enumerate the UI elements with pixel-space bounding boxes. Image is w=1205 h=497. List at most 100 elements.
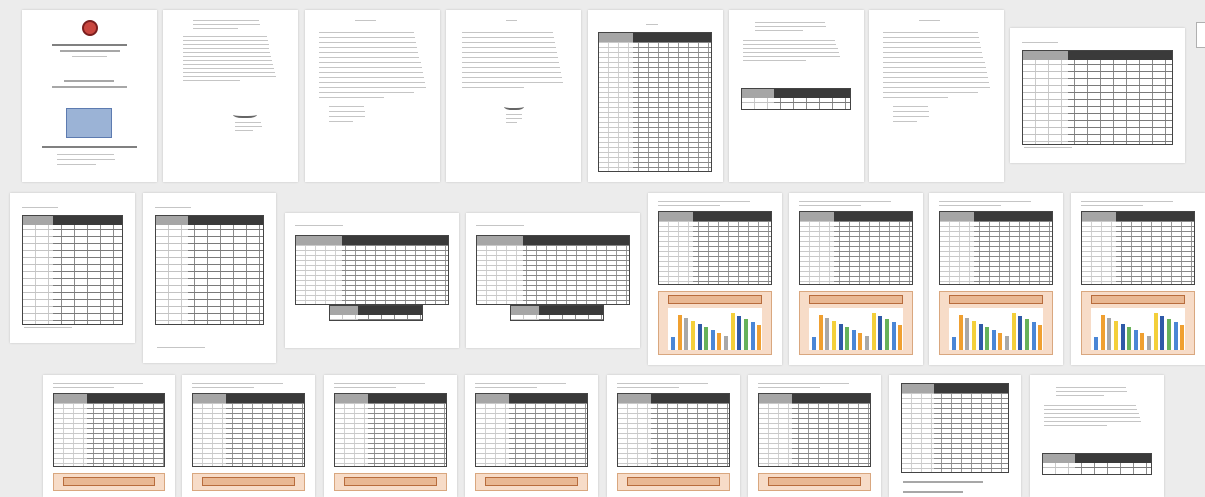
scrollbar-handle[interactable] (1196, 22, 1205, 48)
text-line (355, 20, 376, 21)
text-line (883, 57, 984, 58)
chart-bar (1133, 329, 1138, 350)
text-line (53, 387, 115, 388)
text-line (743, 60, 806, 61)
text-line (506, 118, 523, 119)
text-line (462, 37, 554, 38)
chart-bar (998, 332, 1003, 350)
chart-bar (1018, 316, 1023, 350)
chart-panel (939, 291, 1053, 355)
text-line (462, 67, 560, 68)
page-thumbnail[interactable] (305, 10, 440, 182)
chart-bar (1100, 315, 1105, 350)
text-line (883, 37, 980, 38)
chart-bar (978, 323, 983, 350)
page-thumbnail[interactable] (324, 375, 457, 497)
chart-panel (334, 473, 447, 491)
text-line (883, 87, 990, 88)
text-line (462, 42, 555, 43)
chart-bar (1107, 318, 1112, 350)
page-thumbnail[interactable] (607, 375, 740, 497)
text-line (235, 122, 262, 123)
text-line (462, 82, 563, 83)
text-line (743, 48, 838, 49)
chart-bar (1114, 321, 1119, 350)
page-thumbnail[interactable] (465, 375, 598, 497)
title-line (52, 44, 127, 46)
chart-title-box (343, 477, 438, 486)
chart-bar (865, 335, 870, 350)
text-line (658, 201, 750, 202)
table-label-column (335, 394, 369, 466)
text-line (1056, 391, 1128, 392)
text-line (658, 205, 721, 206)
page-thumbnail[interactable] (789, 193, 923, 365)
page-thumbnail[interactable] (163, 10, 298, 182)
chart-bar (972, 321, 977, 350)
page-thumbnail[interactable] (182, 375, 315, 497)
data-table (598, 32, 712, 172)
page-thumbnail[interactable] (22, 10, 157, 182)
text-line (743, 40, 836, 41)
chart-bar (871, 313, 876, 350)
page-thumbnail[interactable] (1010, 28, 1185, 163)
chart-panel (799, 291, 913, 355)
page-thumbnail[interactable] (43, 375, 175, 497)
chart-bar (845, 326, 850, 350)
text-line (183, 56, 272, 57)
text-line (192, 387, 254, 388)
table-label-column (940, 212, 974, 284)
chart-title-box (626, 477, 721, 486)
page-thumbnail[interactable] (889, 375, 1021, 497)
page-thumbnail[interactable] (466, 213, 640, 348)
text-line (319, 87, 426, 88)
chart-bar (851, 329, 856, 350)
page-thumbnail[interactable] (588, 10, 723, 182)
page-thumbnail[interactable] (10, 193, 135, 343)
text-line (893, 121, 917, 122)
data-table (475, 393, 588, 467)
chart-bar (724, 335, 729, 350)
table-label-column (742, 89, 775, 109)
text-line (1056, 395, 1104, 396)
text-line (462, 72, 561, 73)
chart-bar (878, 316, 883, 350)
chart-bar (991, 329, 996, 350)
table-label-column (800, 212, 834, 284)
chart-bar (985, 326, 990, 350)
text-line (329, 121, 353, 122)
page-thumbnail[interactable] (143, 193, 276, 363)
text-line (24, 327, 72, 328)
text-line (939, 205, 1002, 206)
chart-plot (1090, 308, 1186, 350)
page-thumbnail[interactable] (869, 10, 1004, 182)
text-line (476, 225, 524, 226)
text-line (295, 225, 343, 226)
text-line (193, 28, 238, 29)
text-line (755, 26, 827, 27)
chart-title-box (1090, 295, 1186, 304)
page-thumbnail[interactable] (648, 193, 782, 365)
text-line (183, 36, 267, 37)
chart-bar (965, 318, 970, 350)
page-thumbnail[interactable] (285, 213, 459, 348)
page-thumbnail[interactable] (1030, 375, 1164, 497)
text-line (1081, 201, 1173, 202)
page-thumbnail[interactable] (929, 193, 1063, 365)
data-table (1042, 453, 1152, 475)
data-table (1081, 211, 1195, 285)
page-thumbnail[interactable] (446, 10, 581, 182)
text-line (57, 159, 115, 160)
table-label-column (477, 236, 523, 304)
chart-bar (1153, 313, 1158, 350)
data-table (901, 383, 1009, 473)
text-line (462, 62, 559, 63)
page-thumbnail[interactable] (748, 375, 881, 497)
data-table (658, 211, 772, 285)
text-line (1044, 425, 1107, 426)
page-thumbnail[interactable] (729, 10, 864, 182)
text-line (1044, 417, 1140, 418)
text-line (319, 47, 418, 48)
chart-title-box (201, 477, 296, 486)
page-thumbnail[interactable] (1071, 193, 1205, 365)
